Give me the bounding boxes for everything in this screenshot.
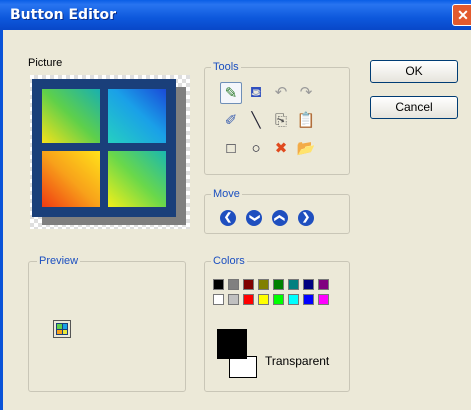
preview-label: Preview xyxy=(37,255,81,267)
ok-button[interactable]: OK xyxy=(370,60,458,83)
open-tool-icon[interactable]: 📂 xyxy=(295,138,317,160)
move-left-button[interactable]: ❮ xyxy=(220,210,236,226)
title-bar: Button Editor ✕ xyxy=(0,0,471,30)
foreground-color-swatch[interactable] xyxy=(217,329,247,359)
preview-icon xyxy=(56,323,68,335)
color-swatch[interactable] xyxy=(258,294,269,305)
copy-tool-icon[interactable]: ⎘ xyxy=(270,110,292,132)
rectangle-tool-icon[interactable]: □ xyxy=(220,138,242,160)
window-border xyxy=(0,30,3,410)
move-down-button[interactable]: ❯ xyxy=(246,210,262,226)
color-swatch[interactable] xyxy=(303,279,314,290)
move-label: Move xyxy=(211,188,242,200)
color-swatch[interactable] xyxy=(288,279,299,290)
redo-tool-icon[interactable]: ↷ xyxy=(295,82,317,104)
ellipse-tool-icon[interactable]: ○ xyxy=(245,138,267,160)
pencil-tool-icon[interactable]: ✎ xyxy=(220,82,242,104)
color-swatch[interactable] xyxy=(228,279,239,290)
line-tool-icon[interactable]: ╲ xyxy=(245,110,267,132)
window-title: Button Editor xyxy=(10,7,117,23)
color-swatch[interactable] xyxy=(243,279,254,290)
close-button[interactable]: ✕ xyxy=(452,4,471,26)
cancel-button[interactable]: Cancel xyxy=(370,96,458,119)
color-swatch[interactable] xyxy=(318,279,329,290)
preview-group xyxy=(28,261,186,392)
move-right-button[interactable]: ❯ xyxy=(298,210,314,226)
preview-button[interactable] xyxy=(53,320,71,338)
paste-tool-icon[interactable]: 📋 xyxy=(295,110,317,132)
color-swatch[interactable] xyxy=(213,279,224,290)
color-swatch[interactable] xyxy=(258,279,269,290)
picture-label: Picture xyxy=(28,57,63,69)
color-swatch[interactable] xyxy=(213,294,224,305)
eraser-tool-icon[interactable]: ✐ xyxy=(220,110,242,132)
color-swatch[interactable] xyxy=(273,294,284,305)
color-swatch[interactable] xyxy=(288,294,299,305)
clear-tool-icon[interactable]: ✖ xyxy=(270,138,292,160)
tools-label: Tools xyxy=(211,61,241,73)
picture-canvas[interactable] xyxy=(30,75,190,229)
move-up-button[interactable]: ❯ xyxy=(272,210,288,226)
fill-tool-icon[interactable]: ⛾ xyxy=(245,82,267,104)
picture-image xyxy=(32,79,186,225)
color-swatch[interactable] xyxy=(273,279,284,290)
color-swatch[interactable] xyxy=(303,294,314,305)
background-color-swatch[interactable] xyxy=(229,356,257,378)
undo-tool-icon[interactable]: ↶ xyxy=(270,82,292,104)
color-swatch[interactable] xyxy=(228,294,239,305)
color-swatch[interactable] xyxy=(243,294,254,305)
transparent-label: Transparent xyxy=(265,354,330,368)
color-swatch[interactable] xyxy=(318,294,329,305)
colors-label: Colors xyxy=(211,255,247,267)
